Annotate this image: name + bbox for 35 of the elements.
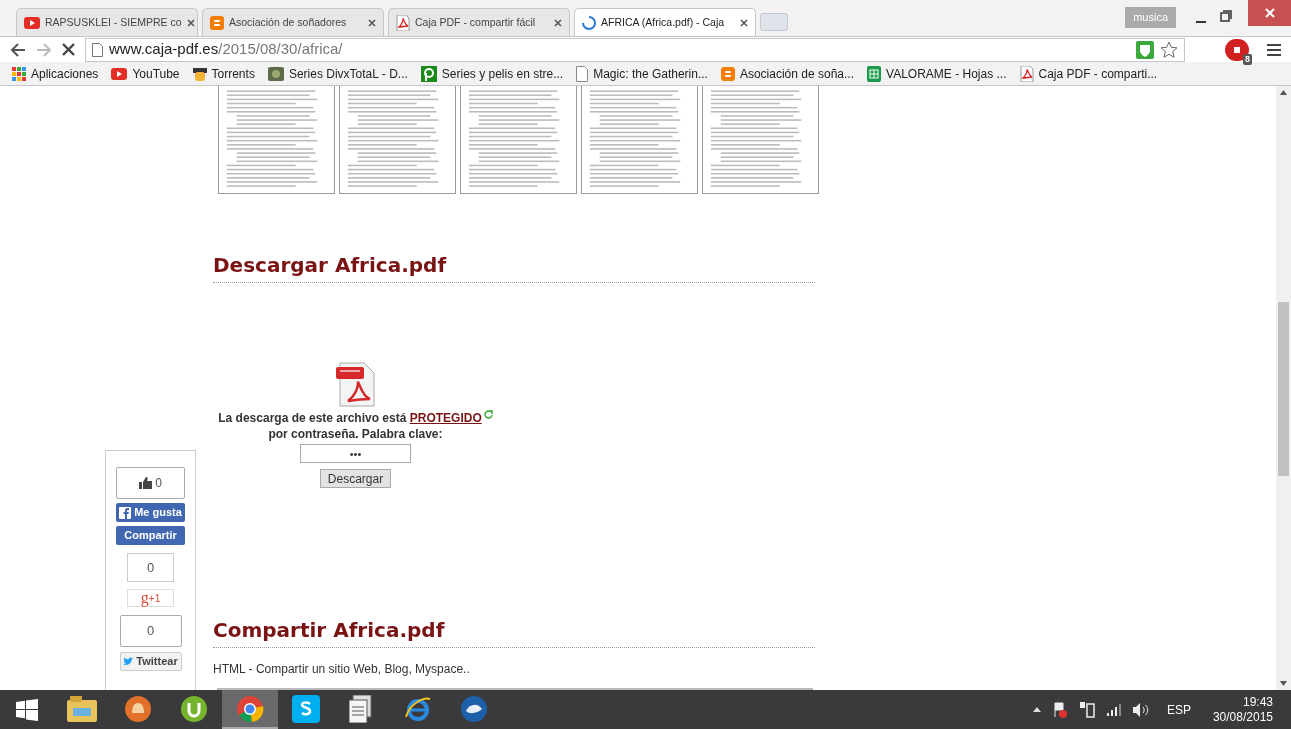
download-button[interactable]: Descargar bbox=[319, 469, 392, 488]
address-field[interactable]: www.caja-pdf.es/2015/08/30/africa/ bbox=[85, 37, 1185, 62]
tab-title: RAPSUSKLEI - SIEMPRE co bbox=[45, 14, 182, 30]
section-heading: Compartir Africa.pdf bbox=[213, 615, 815, 648]
google-plus-button[interactable]: g+1 bbox=[127, 589, 174, 607]
bookmark-link[interactable]: YouTube bbox=[111, 64, 180, 83]
bookmark-link[interactable]: Series DivxTotaL - D... bbox=[267, 64, 408, 83]
clock[interactable]: 19:43 30/08/2015 bbox=[1212, 694, 1273, 725]
password-field[interactable]: ••• bbox=[300, 444, 411, 463]
like-count-bubble: 0 bbox=[116, 467, 185, 499]
bookmark-link[interactable]: Series y pelis en stre... bbox=[420, 64, 564, 83]
bookmark-link[interactable]: Caja PDF - comparti... bbox=[1019, 64, 1158, 83]
browser-tab[interactable]: RAPSUSKLEI - SIEMPRE co bbox=[16, 8, 198, 36]
bookmark-link[interactable]: Asociación de soña... bbox=[720, 64, 854, 83]
tweet-count-bubble: 0 bbox=[119, 615, 182, 647]
browser-tab[interactable]: Caja PDF - compartir fácil bbox=[388, 8, 570, 36]
browser-tab[interactable]: AFRICA (Africa.pdf) - Caja bbox=[574, 8, 756, 36]
tab-title: Asociación de soñadores bbox=[229, 14, 348, 30]
facebook-share-button[interactable]: Compartir bbox=[116, 526, 185, 545]
protected-link[interactable]: PROTEGIDO bbox=[409, 411, 482, 425]
browser-tab[interactable]: Asociación de soñadores bbox=[202, 8, 384, 36]
tab-title: Caja PDF - compartir fácil bbox=[415, 14, 537, 30]
plusone-count-bubble: 0 bbox=[127, 553, 174, 582]
facebook-like-button[interactable]: Me gusta bbox=[116, 503, 185, 522]
password-notice: La descarga de este archivo está PROTEGIDO por contraseña. Palabra clave: bbox=[218, 410, 493, 442]
tab-title: AFRICA (Africa.pdf) - Caja bbox=[601, 14, 726, 30]
bookmark-link[interactable]: VALORAME - Hojas ... bbox=[867, 64, 1007, 83]
bookmark-link[interactable]: Torrents bbox=[192, 64, 255, 83]
share-description: HTML - Compartir un sitio Web, Blog, Myspace.. bbox=[213, 661, 471, 678]
tweet-button[interactable]: Twittear bbox=[119, 652, 182, 671]
input-language[interactable]: ESP bbox=[1166, 700, 1191, 719]
bookmark-link[interactable]: Magic: the Gatherin... bbox=[576, 64, 708, 83]
bookmark-link[interactable]: Aplicaciones bbox=[12, 64, 99, 83]
section-heading: Descargar Africa.pdf bbox=[213, 250, 815, 283]
blocked-count-badge: 8 bbox=[1243, 53, 1252, 65]
